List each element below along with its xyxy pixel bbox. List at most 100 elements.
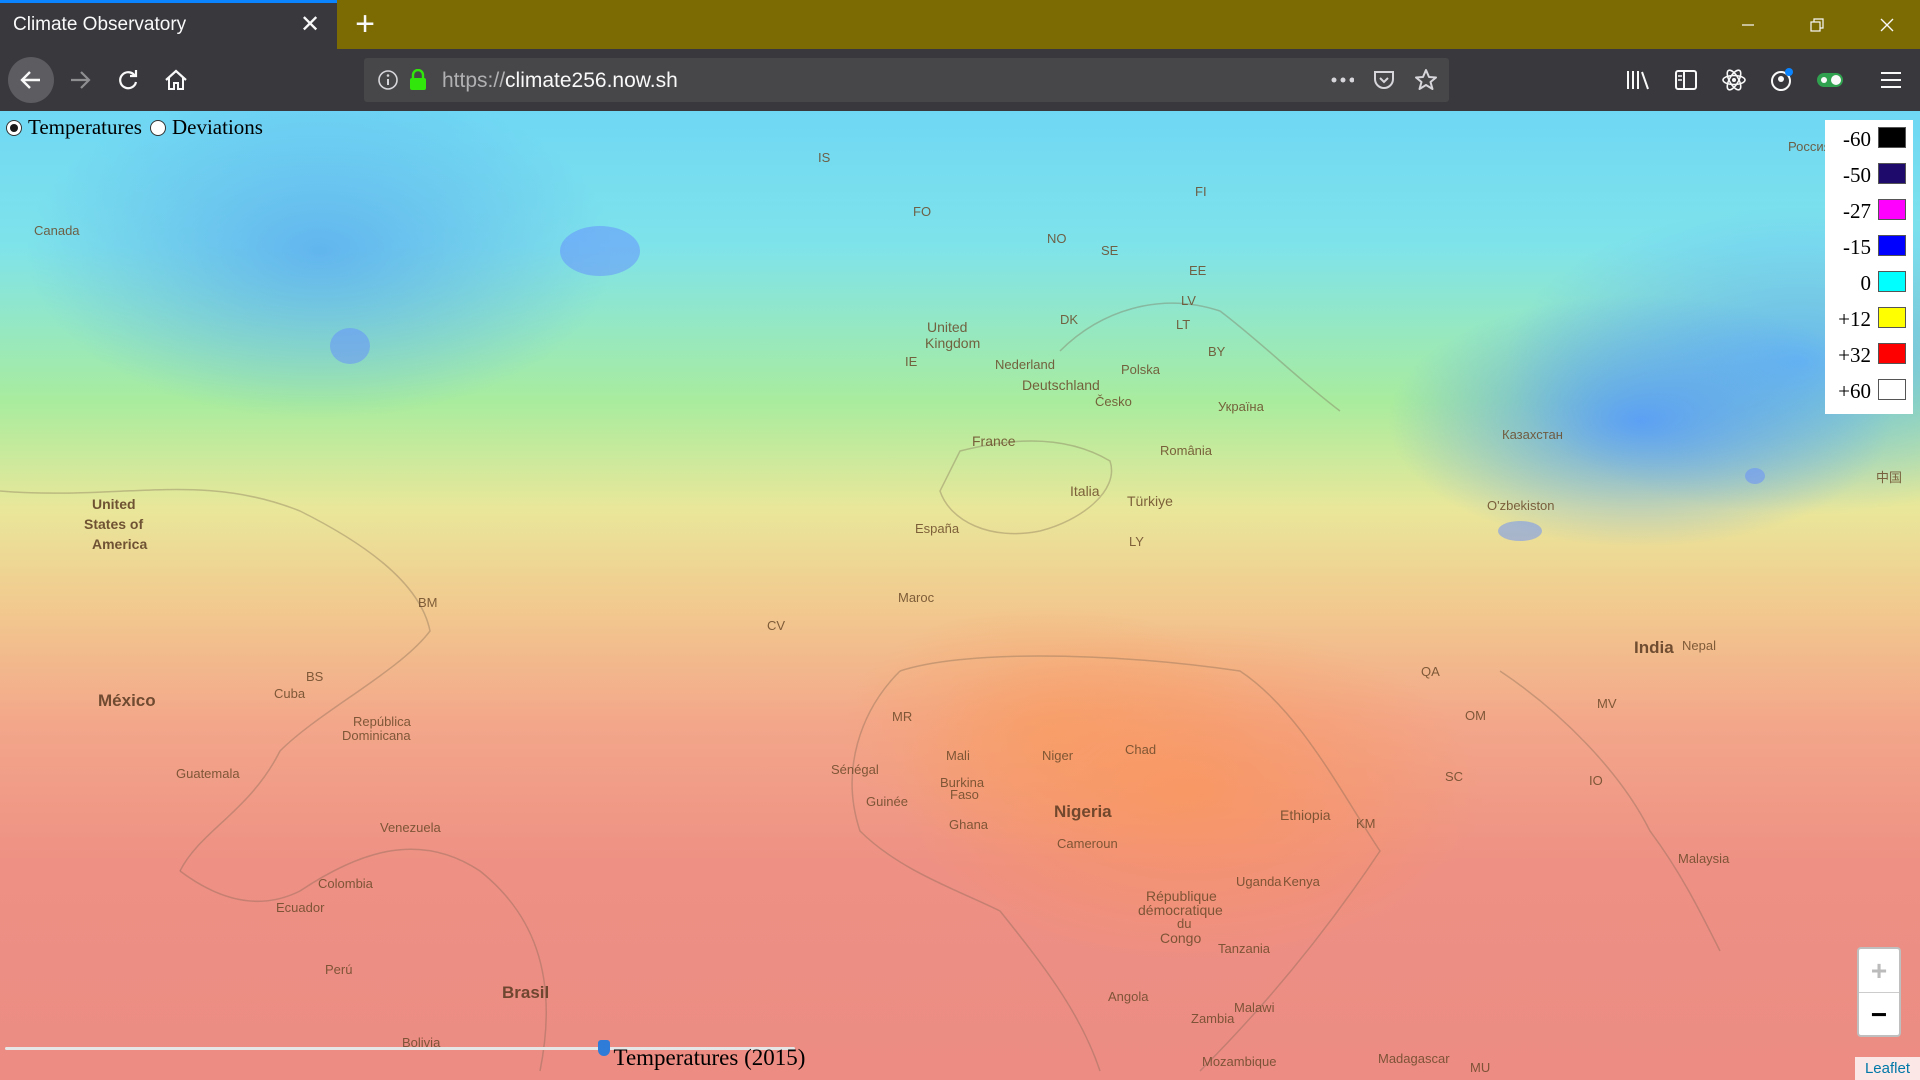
map-label: Казахстан [1502,427,1563,442]
reload-icon [119,70,138,90]
new-tab-button[interactable]: + [348,7,382,42]
sidebar-icon[interactable] [1666,60,1706,100]
map-label: Congo [1160,930,1202,946]
forward-button[interactable] [60,60,100,100]
close-icon [1880,18,1894,31]
map-label: CV [767,618,786,633]
legend-swatch [1878,127,1906,148]
restore-button[interactable] [1785,0,1849,49]
arrow-right-icon [71,71,91,89]
zoom-control: + − [1857,947,1901,1037]
map-label: United [92,496,136,512]
mode-temperatures[interactable]: Temperatures [6,115,142,140]
legend-swatch [1878,307,1906,328]
home-button[interactable] [156,60,196,100]
page-actions-icon[interactable] [1330,68,1354,92]
map-label: OM [1465,708,1486,723]
legend-item: +32 [1825,336,1913,372]
temperature-legend: -60 -50 -27 -15 0 +12 +32 +60 [1825,120,1913,414]
map-label: Zambia [1191,1011,1235,1026]
menu-icon[interactable] [1871,60,1911,100]
map-label: Venezuela [380,820,441,835]
legend-label: +32 [1838,343,1871,367]
map-label: Ethiopia [1280,807,1331,823]
library-icon[interactable] [1618,60,1658,100]
map-label: MV [1597,696,1617,711]
restore-icon [1810,17,1824,32]
map-label: Nepal [1682,638,1716,653]
map-label: States of [84,516,144,532]
map-label: România [1160,443,1213,458]
back-button[interactable] [8,57,54,103]
map-label: Colombia [318,876,373,891]
map-label: SE [1101,243,1119,258]
map-label: Kenya [1283,874,1320,889]
map-label: LT [1176,317,1191,332]
map-label: Niger [1042,748,1074,763]
map-label: Guinée [866,794,908,809]
temperature-map[interactable]: Canada United States of America México Cuba Re… [0,111,1920,1080]
radio-temperatures[interactable] [6,119,22,136]
map-label: United [927,319,968,335]
legend-label: -27 [1843,199,1871,223]
tab-close-button[interactable]: ✕ [297,12,323,38]
tab-accent [0,0,337,3]
legend-swatch [1878,271,1906,292]
react-devtools-icon[interactable] [1714,60,1754,100]
lock-icon[interactable] [406,68,430,92]
map-label: du [1177,916,1192,931]
mode-selector: Temperatures Deviations [6,115,271,140]
legend-item: -60 [1825,120,1913,156]
bookmark-star-icon[interactable] [1414,68,1438,92]
map-label: Angola [1108,989,1149,1004]
map-label: IS [818,150,831,165]
map-label: Polska [1121,362,1161,377]
legend-label: 0 [1860,271,1872,295]
url-bar[interactable]: https://climate256.now.sh [364,58,1449,102]
mode-deviations[interactable]: Deviations [149,115,263,140]
map-label: Україна [1218,399,1264,414]
info-icon[interactable] [376,68,400,92]
map-label: MU [1470,1060,1491,1075]
map-label: Ghana [949,817,989,832]
map-label: Chad [1125,742,1157,757]
leaflet-attribution-link[interactable]: Leaflet [1855,1057,1920,1080]
legend-swatch [1878,163,1906,184]
close-window-button[interactable] [1855,0,1919,49]
legend-label: +60 [1838,379,1871,403]
map-label: Guatemala [176,766,240,781]
legend-item: +12 [1825,300,1913,336]
url-text[interactable]: https://climate256.now.sh [442,69,678,93]
tab-active[interactable]: Climate Observatory ✕ [0,0,337,49]
legend-swatch [1878,343,1906,364]
map-label: BY [1208,344,1226,359]
map-label: Türkiye [1127,493,1173,509]
extension-toggle-icon[interactable] [1810,60,1850,100]
reload-button[interactable] [108,60,148,100]
legend-swatch [1878,235,1906,256]
zoom-out-button[interactable]: − [1859,993,1899,1036]
year-slider-label: Temperatures (2015) [613,1045,806,1070]
mode-deviations-label: Deviations [171,115,263,139]
minimize-button[interactable] [1716,0,1780,49]
map-label: Deutschland [1022,377,1100,393]
map-label: Cuba [274,686,306,701]
map-label: Malawi [1234,1000,1275,1015]
radio-deviations[interactable] [149,119,166,136]
map-label: MR [892,709,913,724]
legend-item: 0 [1825,264,1913,300]
year-slider-thumb[interactable] [597,1040,610,1056]
map-label: España [915,521,960,536]
map-label: 中国 [1876,470,1903,485]
map-label: Nederland [995,357,1055,372]
map-label: Sénégal [831,762,879,777]
map-label: SC [1445,769,1464,784]
map-label: IO [1589,773,1603,788]
zoom-in-button[interactable]: + [1859,949,1899,993]
map-label: Tanzania [1218,941,1271,956]
map-label: Maroc [898,590,935,605]
pocket-icon[interactable] [1372,68,1396,92]
map-label: Česko [1095,394,1132,409]
map-label: France [972,433,1016,449]
account-icon[interactable] [1762,60,1802,100]
